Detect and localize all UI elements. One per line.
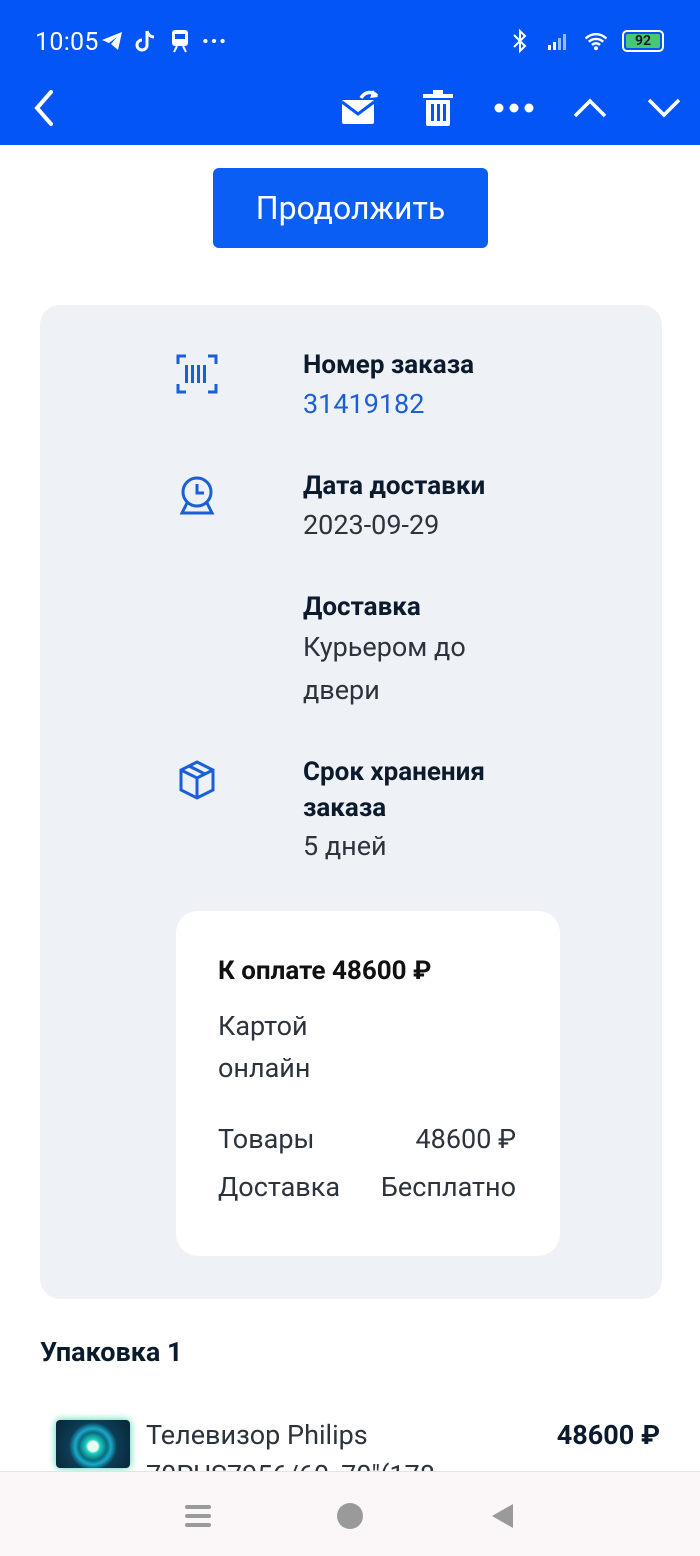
storage-period-label-line1: Срок хранения (303, 757, 485, 787)
product-name-line1[interactable]: Телевизор Philips (146, 1415, 526, 1455)
previous-icon (573, 98, 607, 118)
more-dots-icon (202, 28, 226, 54)
delivery-method-value-line1: Курьером до (303, 631, 466, 663)
order-number-link[interactable]: 31419182 (303, 383, 424, 426)
delivery-date-label: Дата доставки (303, 471, 486, 501)
status-time: 10:05 (35, 28, 99, 57)
bluetooth-icon (508, 28, 532, 54)
recent-apps-button[interactable] (178, 1496, 218, 1536)
delivery-method-value-line2: двери (303, 674, 380, 706)
goods-value: 48600 ₽ (415, 1123, 517, 1155)
signal-icon (546, 28, 570, 54)
more-icon (494, 103, 534, 113)
delivery-cost-value: Бесплатно (380, 1171, 516, 1203)
product-price: 48600 ₽ (556, 1419, 660, 1451)
home-button[interactable] (330, 1496, 370, 1536)
storage-period-label-line2: заказа (303, 793, 387, 823)
delete-icon (423, 90, 453, 126)
tiktok-icon (134, 28, 158, 54)
home-circle-icon (337, 1503, 363, 1529)
mail-toolbar (0, 80, 700, 145)
payment-method-line2: онлайн (218, 1052, 311, 1084)
back-nav-button[interactable] (482, 1496, 522, 1536)
delivery-date-value: 2023-09-29 (303, 509, 440, 541)
mark-unread-button[interactable] (333, 82, 385, 134)
telegram-icon (100, 28, 124, 54)
mark-unread-icon (341, 90, 379, 124)
delivery-cost-label: Доставка (218, 1171, 341, 1203)
battery-level: 92 (634, 33, 652, 49)
delivery-time-icon (179, 476, 215, 515)
product-image[interactable] (56, 1420, 130, 1468)
continue-button[interactable]: Продолжить (213, 168, 488, 248)
package-title: Упаковка 1 (40, 1336, 183, 1368)
payment-total: К оплате 48600 ₽ (218, 956, 432, 986)
delivery-method-label: Доставка (303, 592, 421, 622)
goods-label: Товары (218, 1123, 315, 1155)
back-triangle-icon (492, 1504, 513, 1528)
more-button[interactable] (488, 82, 540, 134)
menu-icon (185, 1505, 211, 1527)
battery-icon: 92 (622, 30, 664, 52)
top-header: 10:05 92 (0, 0, 700, 145)
previous-button[interactable] (564, 82, 616, 134)
order-number-label: Номер заказа (303, 350, 475, 380)
wifi-icon (584, 28, 608, 54)
status-right-icons: 92 (508, 28, 664, 54)
back-button[interactable] (18, 82, 70, 134)
back-icon (34, 90, 53, 126)
next-button[interactable] (638, 82, 690, 134)
next-icon (647, 98, 681, 118)
system-nav-bar (0, 1471, 700, 1556)
train-icon (168, 28, 192, 54)
barcode-icon (176, 354, 218, 394)
storage-period-value: 5 дней (303, 830, 387, 862)
package-box-icon (179, 760, 215, 800)
status-left-icons (100, 28, 226, 54)
delete-button[interactable] (412, 82, 464, 134)
payment-method-line1: Картой (218, 1010, 308, 1042)
status-bar: 10:05 92 (0, 0, 700, 86)
